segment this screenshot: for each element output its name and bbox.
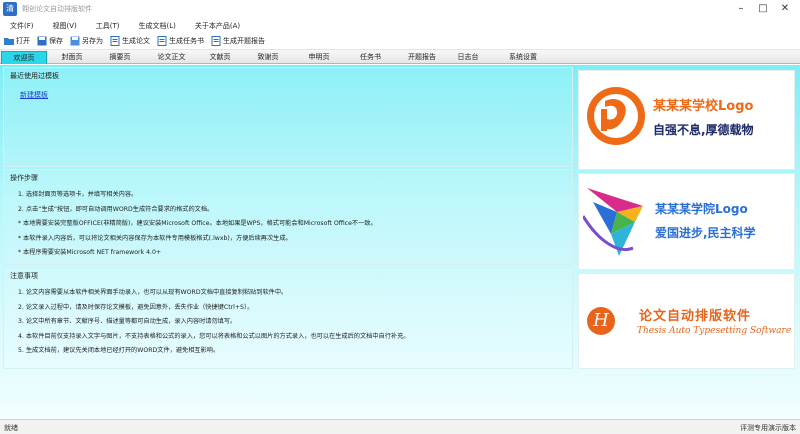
tab-cover[interactable]: 封面页	[48, 51, 96, 64]
logo3-title: 论文自动排版软件	[639, 309, 752, 324]
status-version: 评测专用演示版本	[740, 424, 796, 432]
list-item: * 本程序需要安装Microsoft NET framework 4.0+	[18, 249, 162, 256]
window-title: 翱创论文自动排版软件	[22, 5, 92, 13]
menu-about[interactable]: 关于本产品(A)	[185, 21, 249, 31]
tab-proposal[interactable]: 开题报告	[398, 51, 446, 64]
save-icon	[37, 36, 47, 46]
tab-welcome[interactable]: 欢迎页	[1, 51, 47, 64]
save-label: 保存	[49, 37, 63, 45]
logo3-subtitle: Thesis Auto Typesetting Software	[637, 326, 792, 336]
generate-thesis-button[interactable]: 生成论文	[110, 36, 150, 46]
list-item: * 本软件录入内容后，可以将论文相关内容保存为本软件专用模板格式(.lwxb)，…	[18, 234, 292, 242]
menu-generate[interactable]: 生成文档(L)	[129, 21, 185, 31]
tab-settings[interactable]: 系统设置	[490, 51, 556, 64]
generate-task-button[interactable]: 生成任务书	[157, 36, 204, 46]
logo1-motto: 自强不息,厚德载物	[653, 123, 754, 137]
recent-templates-panel: 最近使用过模板 新建模板	[3, 67, 573, 167]
college-emblem-icon	[583, 188, 643, 256]
college-logo-box: 某某某学院Logo 爱国进步,民主科学	[578, 173, 795, 270]
toolbar: 打开 保存 另存为 生成论文 生成任务书 生成开题报告	[0, 33, 800, 50]
tab-thanks[interactable]: 致谢页	[241, 51, 295, 64]
generate-thesis-label: 生成论文	[122, 37, 150, 45]
document-icon	[211, 36, 221, 46]
generate-proposal-button[interactable]: 生成开题报告	[211, 36, 265, 46]
menu-view[interactable]: 视图(V)	[43, 21, 86, 31]
save-as-icon	[70, 36, 80, 46]
new-template-link[interactable]: 新建模板	[20, 90, 48, 100]
folder-open-icon	[4, 38, 14, 45]
document-icon	[157, 36, 167, 46]
tab-bar: 欢迎页 封面页 摘要页 论文正文 文献页 致谢页 申明页 任务书 开题报告 日志…	[0, 50, 800, 64]
notes-panel: 注意事项 1. 论文内容需要从本软件相关界面手动录入，也可以从现有WORD文档中…	[3, 267, 573, 369]
generate-proposal-label: 生成开题报告	[223, 37, 265, 45]
list-item: * 本地需要安装完整版OFFICE(非精简版)，建议安装Microsoft Of…	[18, 220, 377, 227]
logo2-title: 某某某学院Logo	[655, 202, 748, 216]
status-ready: 就绪	[4, 424, 18, 432]
steps-list: 1. 选择封面页等选项卡，并填写相关内容。 2. 点击“生成”按钮，即可自动调用…	[18, 188, 377, 261]
tab-body[interactable]: 论文正文	[144, 51, 199, 64]
status-bar: 就绪 评测专用演示版本	[0, 419, 800, 434]
tab-log[interactable]: 日志台	[446, 51, 490, 64]
software-badge-icon: H	[587, 307, 615, 335]
school-emblem-icon	[587, 87, 645, 145]
save-button[interactable]: 保存	[37, 36, 63, 46]
software-logo-box: H 论文自动排版软件 Thesis Auto Typesetting Softw…	[578, 273, 795, 369]
welcome-page: 最近使用过模板 新建模板 操作步骤 1. 选择封面页等选项卡，并填写相关内容。 …	[0, 65, 800, 419]
list-item: 5. 生成文档前，建议先关闭本地已经打开的WORD文件，避免相互影响。	[18, 347, 220, 354]
list-item: 2. 点击“生成”按钮，即可自动调用WORD生成符合要求的格式的文档。	[18, 205, 214, 213]
notes-list: 1. 论文内容需要从本软件相关界面手动录入，也可以从现有WORD文档中直接复制粘…	[18, 286, 410, 359]
menu-bar: 文件(F) 视图(V) 工具(T) 生成文档(L) 关于本产品(A)	[0, 18, 800, 33]
document-icon	[110, 36, 120, 46]
list-item: 1. 论文内容需要从本软件相关界面手动录入，也可以从现有WORD文档中直接复制粘…	[18, 289, 288, 296]
tab-abstract[interactable]: 摘要页	[96, 51, 144, 64]
title-bar: 清 翱创论文自动排版软件 – □ ✕	[0, 0, 800, 18]
list-item: 1. 选择封面页等选项卡，并填写相关内容。	[18, 191, 138, 198]
steps-title: 操作步骤	[10, 174, 38, 182]
app-icon: 清	[3, 2, 17, 16]
school-logo-box: 某某某学校Logo 自强不息,厚德载物	[578, 70, 795, 170]
save-as-label: 另存为	[82, 37, 103, 45]
minimize-button[interactable]: –	[730, 1, 752, 16]
steps-panel: 操作步骤 1. 选择封面页等选项卡，并填写相关内容。 2. 点击“生成”按钮，即…	[3, 169, 573, 265]
save-as-button[interactable]: 另存为	[70, 36, 103, 46]
generate-task-label: 生成任务书	[169, 37, 204, 45]
recent-templates-title: 最近使用过模板	[10, 72, 59, 80]
list-item: 3. 论文中所有章节、文献序号、描述量等都可自动生成，录入内容时请勿填写。	[18, 318, 237, 325]
open-label: 打开	[16, 37, 30, 45]
list-item: 4. 本软件目前仅支持录入文字与图片，不支持表格和公式的录入，您可以将表格和公式…	[18, 332, 410, 340]
list-item: 2. 论文录入过程中，请及时保存论文模板，避免因意外，丢失作业（快捷键Ctrl+…	[18, 303, 254, 311]
close-button[interactable]: ✕	[774, 1, 796, 16]
menu-tools[interactable]: 工具(T)	[86, 21, 129, 31]
menu-file[interactable]: 文件(F)	[0, 21, 43, 31]
tab-task[interactable]: 任务书	[343, 51, 398, 64]
tab-references[interactable]: 文献页	[199, 51, 241, 64]
tab-statement[interactable]: 申明页	[295, 51, 343, 64]
open-button[interactable]: 打开	[4, 36, 30, 46]
window-controls: – □ ✕	[730, 1, 796, 16]
maximize-button[interactable]: □	[752, 1, 774, 16]
logo2-motto: 爱国进步,民主科学	[655, 226, 756, 240]
notes-title: 注意事项	[10, 272, 38, 280]
logo1-title: 某某某学校Logo	[653, 99, 754, 114]
